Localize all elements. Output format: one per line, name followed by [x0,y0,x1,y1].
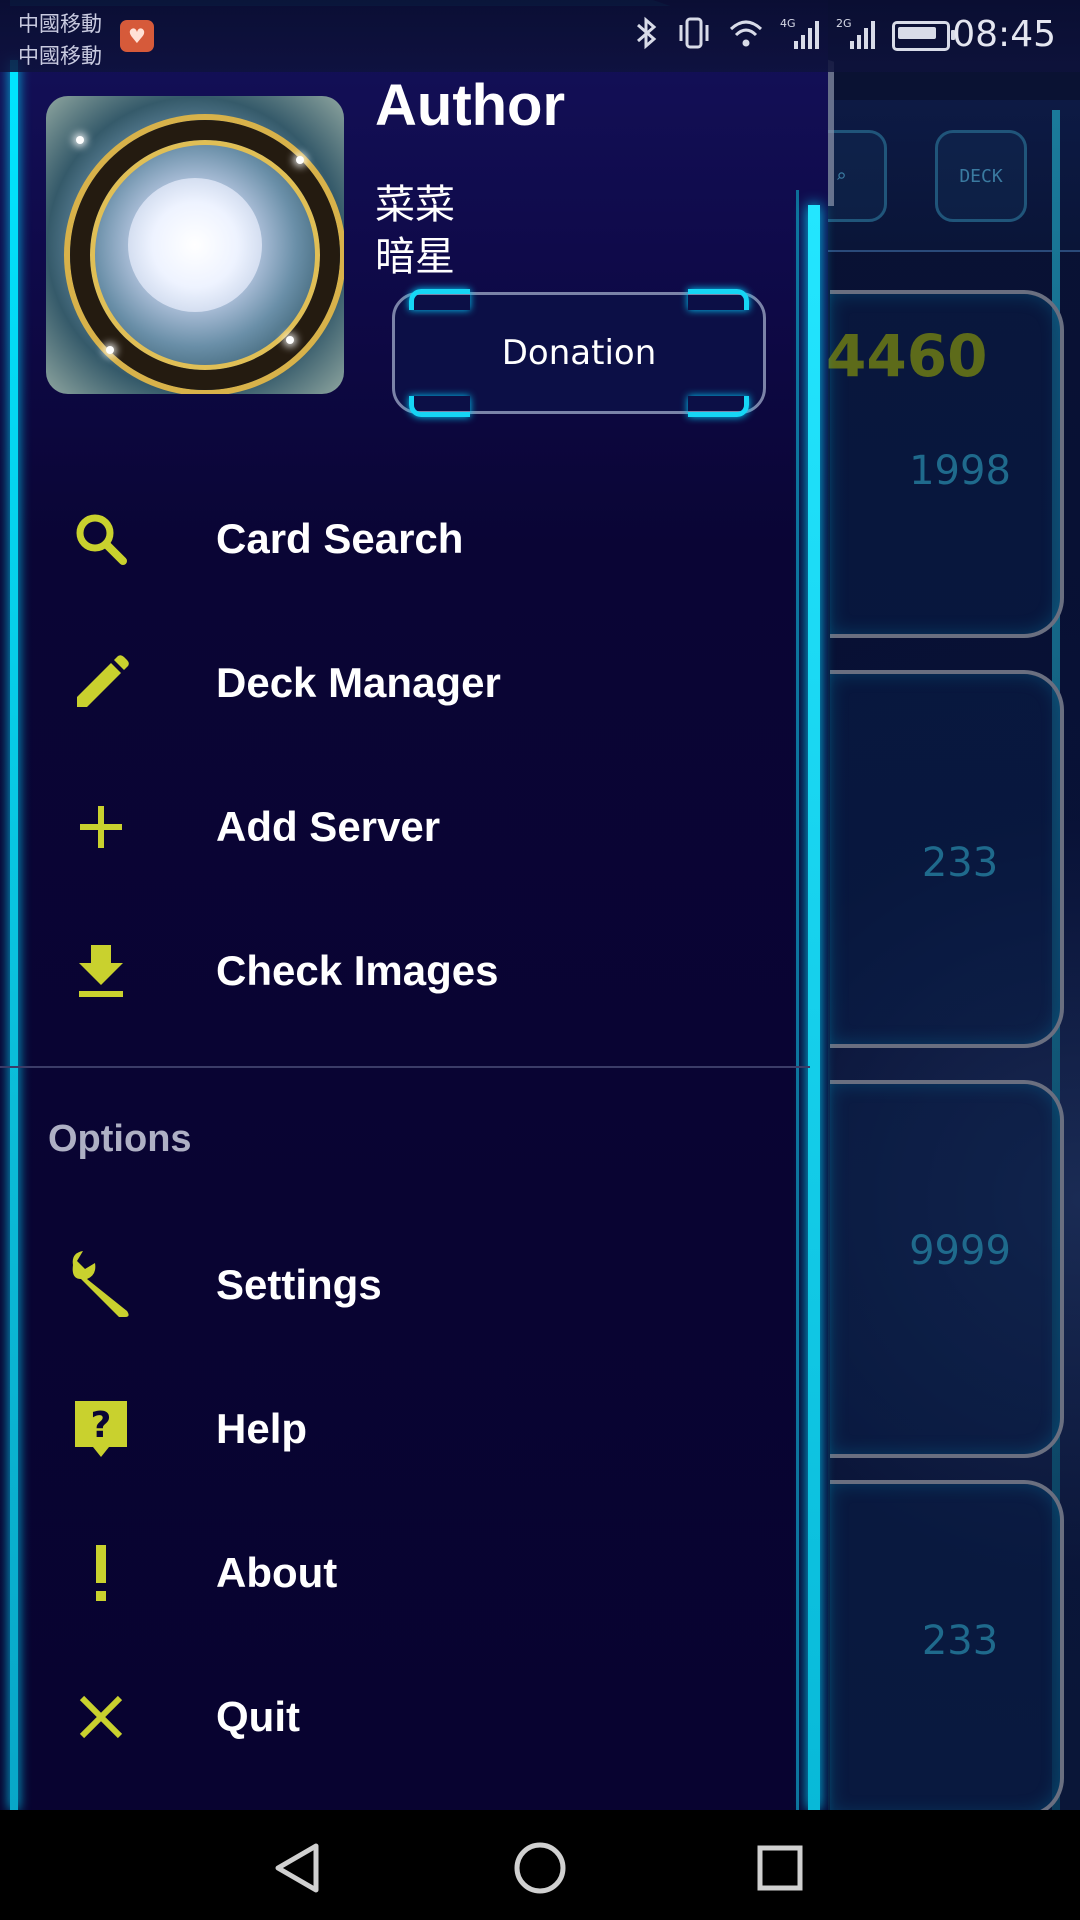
bluetooth-icon [634,15,660,58]
menu-item-check-images[interactable]: Check Images [18,906,808,1036]
avatar-sparkle [296,156,304,164]
author-avatar [46,96,344,394]
menu-item-about[interactable]: About [18,1508,808,1638]
button-corner [688,289,749,310]
signal-4g-icon: 4G [780,15,820,58]
status-bar: 中國移動 中國移動 ♥ 4G 2G 08:45 [0,0,1080,72]
recents-icon[interactable] [750,1838,810,1898]
vibrate-icon [676,15,712,58]
wifi-icon [728,17,764,56]
menu-divider [0,1066,810,1068]
menu-item-deck-manager[interactable]: Deck Manager [18,618,808,748]
background-deck-icon: DECK [935,130,1027,222]
menu-item-label: Deck Manager [216,659,501,706]
clock: 08:45 [952,14,1056,55]
button-corner [409,289,470,310]
exclamation-icon [48,1528,154,1618]
author-name: 暗星 [375,234,455,280]
avatar-sparkle [286,336,294,344]
author-title: Author [375,73,566,138]
menu-item-card-search[interactable]: Card Search [18,474,808,604]
svg-text:2G: 2G [836,17,852,30]
battery-icon [892,21,955,51]
menu-item-add-server[interactable]: Add Server [18,762,808,892]
download-icon [48,926,154,1016]
background-value: 9999 [909,1228,1011,1274]
drawer-neon-edge [808,205,820,1810]
carrier-label: 中國移動 [18,12,102,36]
author-name: 菜菜 [375,182,455,228]
menu-item-label: Check Images [216,947,499,994]
background-score: 4460 [826,322,988,390]
menu-item-label: Quit [216,1693,300,1740]
donation-button[interactable]: Donation [392,289,766,417]
wrench-icon [48,1240,154,1330]
search-icon [48,494,154,584]
button-corner [688,396,749,417]
menu-item-label: Add Server [216,803,441,850]
back-icon[interactable] [270,1838,330,1898]
menu-item-settings[interactable]: Settings [18,1220,808,1350]
plus-icon [48,782,154,872]
drawer-neon-edge [10,60,18,1810]
signal-2g-icon: 2G [836,15,876,58]
menu-item-quit[interactable]: Quit [18,1652,808,1782]
donation-button-label: Donation [501,333,657,373]
menu-item-label: Card Search [216,515,464,562]
background-value: 233 [921,1618,999,1664]
menu-item-label: Settings [216,1261,382,1308]
navigation-drawer: Author 菜菜 暗星 Donation Card Search Deck M… [0,0,834,1810]
close-icon [48,1672,154,1762]
avatar-sparkle [106,346,114,354]
background-value: 1998 [909,448,1011,494]
background-value: 233 [921,840,999,886]
svg-text:4G: 4G [780,17,796,30]
pencil-icon [48,638,154,728]
avatar-sparkle [76,136,84,144]
notification-app-icon: ♥ [120,20,154,52]
carrier-label: 中國移動 [18,44,102,68]
menu-item-help[interactable]: ? Help [18,1364,808,1494]
menu-item-label: Help [216,1405,308,1452]
status-icons: 4G 2G [634,15,955,58]
options-section-title: Options [48,1118,192,1160]
system-navigation-bar [0,1810,1080,1920]
menu-item-label: About [216,1549,338,1596]
button-corner [409,396,470,417]
help-icon: ? [48,1384,154,1474]
svg-text:?: ? [91,1405,112,1446]
home-icon[interactable] [510,1838,570,1898]
